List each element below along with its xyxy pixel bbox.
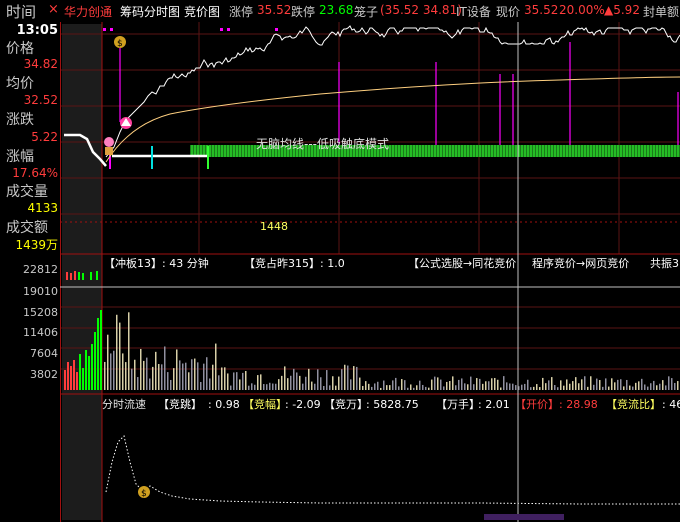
svg-text:$: $	[117, 39, 123, 49]
info-sidebar: 13:05 价格 34.82 均价 32.52 涨跌 5.22 涨幅 17.64…	[0, 22, 60, 522]
jump-value: : 0.98	[208, 398, 240, 411]
open-value: : 28.98	[559, 398, 598, 411]
board-info: 【冲板13】: 43 分钟	[104, 256, 209, 270]
volume-bars	[64, 310, 679, 390]
formula-link[interactable]: 【公式选股→同花竞价	[408, 256, 516, 270]
vol-axis-tick: 19010	[23, 285, 58, 298]
money-bag-icon: $	[138, 486, 150, 499]
top-bar: 时间 × 华力创通 筹码分时图 竞价图 涨停 35.52 跌停 23.68 笼子…	[0, 0, 680, 22]
change-field-value: 5.22	[31, 130, 58, 144]
grid-lines	[60, 22, 680, 370]
amount-field-value: 1439万	[15, 238, 58, 252]
hand-label: 【万手】	[436, 397, 480, 411]
close-button[interactable]: ×	[48, 2, 59, 17]
svg-text:$: $	[141, 489, 147, 499]
cage-label: 笼子	[354, 5, 379, 19]
limit-down-value: 23.68	[319, 3, 354, 17]
pct-field-label: 涨幅	[6, 149, 34, 165]
intraday-chart[interactable]: $ 无脑均线---低吸触底模式 1448 【冲板13】: 43 分钟 【竞占昨3…	[60, 22, 680, 522]
rank-info: 【竞占昨315】: 1.0	[244, 256, 345, 270]
cage-value: (35.52 34.81)	[380, 3, 462, 17]
price-field-label: 价格	[6, 41, 34, 57]
vol-field-value: 4133	[27, 201, 58, 215]
tab-chip-chart[interactable]: 筹码分时图	[120, 3, 180, 20]
vol-field-label: 成交量	[6, 184, 48, 200]
signal-markers	[119, 40, 679, 154]
avatar-icon	[104, 137, 114, 155]
flow-title: 分时流速	[102, 397, 146, 411]
price-field-value: 34.82	[23, 57, 58, 71]
limit-up-value: 35.52	[257, 3, 292, 17]
strategy-annotation: 无脑均线---低吸触底模式	[256, 136, 389, 151]
vol-axis-tick: 11406	[23, 326, 58, 339]
amount-field-label: 成交额	[6, 220, 48, 236]
hand-value: : 2.01	[478, 398, 510, 411]
rocket-icon	[120, 117, 132, 129]
seal-label: 封单额	[643, 5, 680, 19]
amp-value: : -2.09	[285, 398, 321, 411]
ratio-value: : 46	[662, 398, 680, 411]
tab-auction-chart[interactable]: 竞价图	[184, 3, 220, 20]
mid-value: 1448	[260, 220, 288, 233]
limit-up-markers	[103, 28, 278, 31]
sector-label[interactable]: IT设备	[456, 3, 491, 20]
limit-up-label: 涨停	[229, 5, 254, 19]
amplitude-info: 共振3	[650, 256, 679, 270]
time-label: 时间	[6, 3, 37, 21]
wan-label: 【竞万】	[324, 397, 368, 411]
flow-speed-line	[105, 435, 680, 505]
time-value: 13:05	[16, 23, 58, 38]
ratio-label: 【竞流比】	[606, 397, 661, 411]
money-bag-icon: $	[114, 36, 126, 49]
change-pct: 20.00%	[559, 3, 605, 17]
pct-field-value: 17.64%	[12, 166, 58, 180]
amp-label: 【竞幅】	[243, 397, 287, 411]
vol-axis-tick: 15208	[23, 306, 58, 319]
change-arrow: ▲5.92	[604, 3, 640, 17]
price-line	[105, 25, 680, 158]
stock-name[interactable]: 华力创通	[64, 3, 112, 20]
price-value: 35.52	[524, 3, 559, 17]
avg-field-value: 32.52	[23, 93, 58, 107]
wan-value: : 5828.75	[366, 398, 419, 411]
price-label: 现价	[496, 5, 521, 19]
jump-label: 【竞跳】	[158, 397, 202, 411]
open-label: 【开价】	[515, 398, 559, 411]
vol-axis-tick: 7604	[30, 347, 58, 360]
time-cursor	[484, 514, 564, 520]
change-field-label: 涨跌	[6, 112, 34, 128]
program-link[interactable]: 程序竞价→网页竞价	[532, 256, 629, 270]
vol-axis-tick: 3802	[30, 368, 58, 381]
vol-axis-tick: 22812	[23, 263, 58, 276]
avg-field-label: 均价	[6, 76, 34, 92]
limit-down-label: 跌停	[291, 5, 316, 19]
